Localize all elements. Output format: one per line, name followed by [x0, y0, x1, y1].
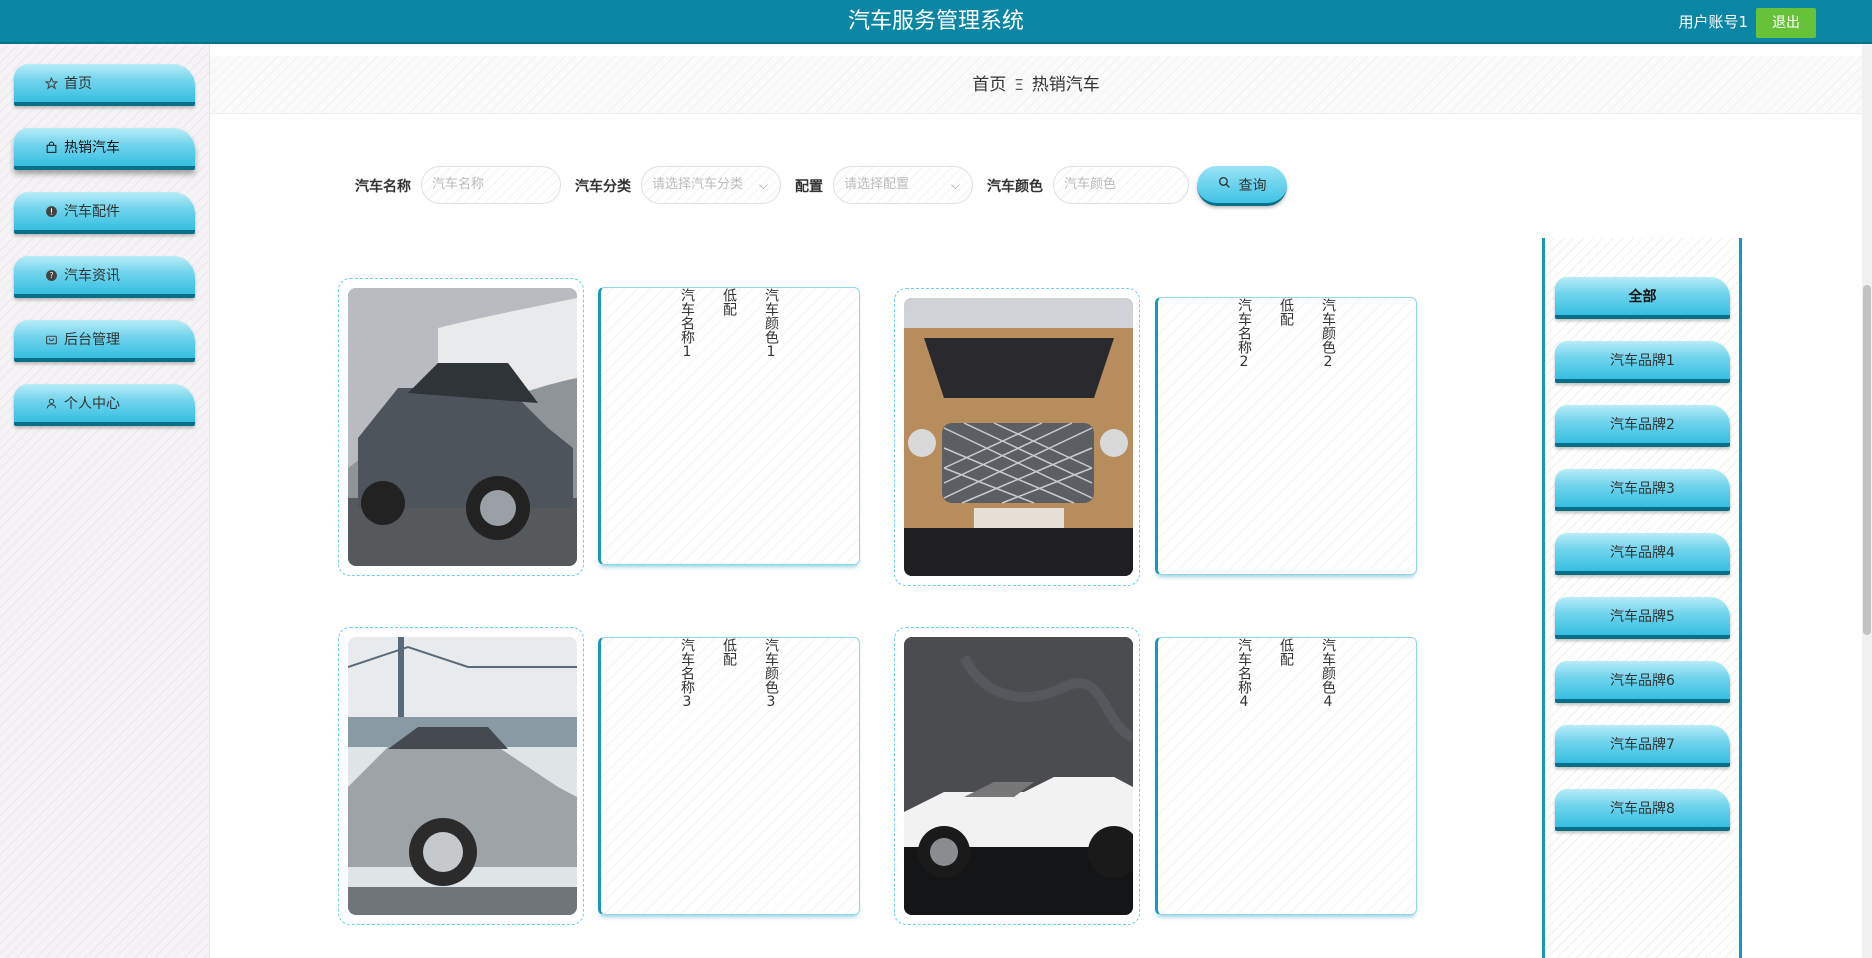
car-info-card[interactable]: 汽车名称2 低配 汽车颜色2 — [1155, 297, 1417, 575]
config-select[interactable]: 请选择配置 ⌵ — [833, 166, 973, 204]
breadcrumb: 首页 Ξ 热销汽车 — [210, 56, 1862, 114]
brand-button[interactable]: 汽车品牌1 — [1555, 341, 1730, 383]
car-image-card[interactable] — [338, 627, 584, 925]
sidebar-item-label: 个人中心 — [64, 396, 120, 412]
car-color-input[interactable]: 汽车颜色 — [1053, 166, 1189, 204]
car-image-card[interactable] — [894, 288, 1140, 586]
user-account: 用户账号1 — [1678, 13, 1748, 31]
car-color: 汽车颜色4 — [1320, 638, 1336, 710]
config-label: 配置 — [795, 179, 823, 195]
breadcrumb-home[interactable]: 首页 — [972, 75, 1006, 95]
shopping-cart-icon — [44, 332, 58, 346]
sidebar-item-label: 汽车资讯 — [64, 268, 120, 284]
chevron-down-icon: ⌵ — [758, 178, 768, 192]
brand-button[interactable]: 汽车品牌3 — [1555, 469, 1730, 511]
brand-button[interactable]: 汽车品牌7 — [1555, 725, 1730, 767]
car-image-card[interactable] — [338, 278, 584, 576]
breadcrumb-separator: Ξ — [1014, 76, 1024, 94]
sidebar-item-label: 汽车配件 — [64, 204, 120, 220]
car-name: 汽车名称2 — [1236, 298, 1252, 370]
brand-button[interactable]: 汽车品牌6 — [1555, 661, 1730, 703]
car-name-label: 汽车名称 — [355, 179, 411, 195]
sidebar-item-label: 后台管理 — [64, 332, 120, 348]
sidebar: 首页 热销汽车 汽车配件 ? 汽车资讯 后台管理 个人中心 — [0, 44, 210, 958]
car-config: 低配 — [721, 638, 737, 666]
car-name: 汽车名称4 — [1236, 638, 1252, 710]
sidebar-item-profile[interactable]: 个人中心 — [14, 384, 195, 426]
sidebar-item-home[interactable]: 首页 — [14, 64, 195, 106]
query-label: 查询 — [1238, 177, 1267, 194]
sidebar-item-hot-cars[interactable]: 热销汽车 — [14, 128, 195, 170]
brand-button[interactable]: 汽车品牌4 — [1555, 533, 1730, 575]
config-placeholder: 请选择配置 — [844, 177, 910, 192]
question-circle-icon: ? — [44, 268, 58, 282]
logout-button[interactable]: 退出 — [1756, 8, 1816, 38]
car-photo — [904, 637, 1133, 915]
car-category-select[interactable]: 请选择汽车分类 ⌵ — [641, 166, 781, 204]
car-info-card[interactable]: 汽车名称3 低配 汽车颜色3 — [598, 637, 860, 915]
sidebar-item-admin[interactable]: 后台管理 — [14, 320, 195, 362]
car-config: 低配 — [1278, 298, 1294, 326]
shopping-bag-icon — [44, 140, 58, 154]
car-info-card[interactable]: 汽车名称1 低配 汽车颜色1 — [598, 287, 860, 565]
info-circle-icon — [44, 204, 58, 218]
sidebar-item-label: 热销汽车 — [64, 140, 120, 156]
car-config: 低配 — [721, 288, 737, 316]
car-name: 汽车名称3 — [679, 638, 695, 710]
sidebar-item-news[interactable]: ? 汽车资讯 — [14, 256, 195, 298]
car-category-placeholder: 请选择汽车分类 — [652, 177, 744, 192]
breadcrumb-current: 热销汽车 — [1031, 75, 1100, 95]
car-photo — [348, 288, 577, 566]
car-photo — [904, 298, 1133, 576]
car-color: 汽车颜色1 — [763, 288, 779, 360]
car-name: 汽车名称1 — [679, 288, 695, 360]
brand-button[interactable]: 汽车品牌8 — [1555, 789, 1730, 831]
user-icon — [44, 396, 58, 410]
car-name-input[interactable]: 汽车名称 — [421, 166, 561, 204]
brand-all-button[interactable]: 全部 — [1555, 277, 1730, 319]
car-config: 低配 — [1278, 638, 1294, 666]
sidebar-item-parts[interactable]: 汽车配件 — [14, 192, 195, 234]
car-image-card[interactable] — [894, 627, 1140, 925]
top-header: 汽车服务管理系统 用户账号1 退出 — [0, 0, 1872, 44]
scrollbar-thumb[interactable] — [1863, 285, 1871, 635]
app-title: 汽车服务管理系统 — [847, 9, 1024, 34]
star-icon — [44, 76, 58, 90]
chevron-down-icon: ⌵ — [950, 178, 960, 192]
sidebar-item-label: 首页 — [64, 76, 92, 92]
car-color: 汽车颜色2 — [1320, 298, 1336, 370]
car-name-placeholder: 汽车名称 — [432, 177, 485, 192]
brand-button[interactable]: 汽车品牌5 — [1555, 597, 1730, 639]
brand-button[interactable]: 汽车品牌2 — [1555, 405, 1730, 447]
brand-filter-panel: 全部 汽车品牌1 汽车品牌2 汽车品牌3 汽车品牌4 汽车品牌5 汽车品牌6 汽… — [1542, 238, 1742, 958]
car-color: 汽车颜色3 — [763, 638, 779, 710]
car-info-card[interactable]: 汽车名称4 低配 汽车颜色4 — [1155, 637, 1417, 915]
query-button[interactable]: 查询 — [1197, 166, 1287, 206]
car-color-placeholder: 汽车颜色 — [1064, 177, 1117, 192]
car-photo — [348, 637, 577, 915]
svg-text:?: ? — [49, 271, 53, 280]
car-color-label: 汽车颜色 — [987, 179, 1043, 195]
car-category-label: 汽车分类 — [575, 179, 631, 195]
search-icon — [1218, 176, 1231, 193]
